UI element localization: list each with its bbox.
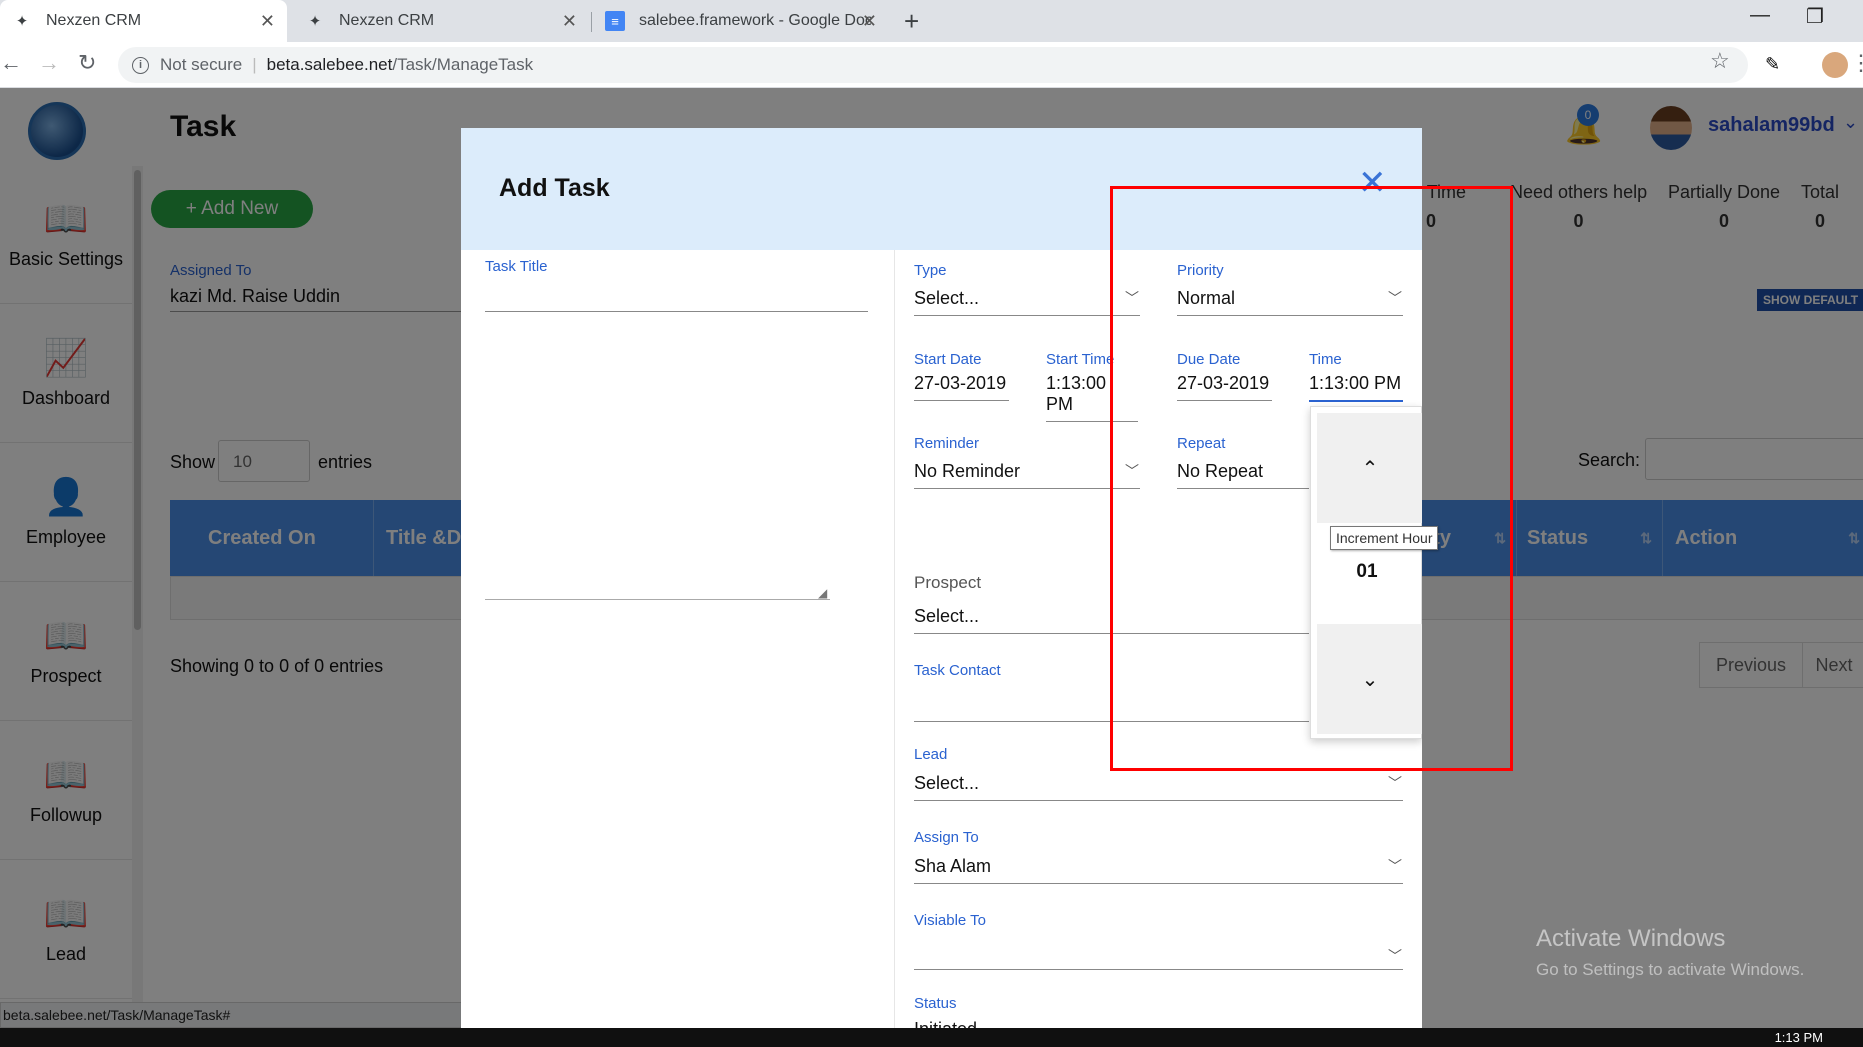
start-date-label: Start Date [914, 351, 982, 368]
security-label: Not secure [160, 55, 243, 74]
browser-tab-2[interactable]: ✦ Nexzen CRM ✕ [293, 0, 589, 42]
visible-to-select[interactable] [914, 940, 1403, 970]
url-host: beta.salebee.net [266, 55, 393, 74]
divider: | [252, 55, 257, 74]
type-select[interactable]: Select... [914, 288, 1140, 316]
new-tab-icon[interactable]: + [904, 6, 919, 37]
start-date-input[interactable]: 27-03-2019 [914, 373, 1009, 401]
task-contact-label: Task Contact [914, 662, 1001, 679]
favicon-icon: ✦ [15, 13, 29, 30]
tab-title: salebee.framework - Google Doc [639, 12, 871, 29]
visible-to-label: Visiable To [914, 912, 986, 929]
browser-tab-1[interactable]: ✦ Nexzen CRM ✕ [0, 0, 287, 42]
assign-to-label: Assign To [914, 829, 979, 846]
tab-title: Nexzen CRM [46, 12, 142, 29]
bookmark-star-icon[interactable]: ☆ [1710, 48, 1730, 74]
profile-avatar[interactable] [1822, 52, 1848, 78]
lead-select[interactable]: Select... [914, 773, 1403, 801]
type-label: Type [914, 262, 947, 279]
docs-icon: ≡ [605, 11, 625, 31]
browser-toolbar: ← → ↻ i Not secure | beta.salebee.net /T… [0, 42, 1863, 88]
close-tab-icon[interactable]: ✕ [862, 11, 877, 32]
chevron-down-icon[interactable]: ﹀ [1388, 856, 1402, 876]
highlight-box [1110, 186, 1513, 771]
prospect-label: Prospect [914, 573, 982, 592]
address-bar[interactable]: i Not secure | beta.salebee.net /Task/Ma… [118, 47, 1748, 83]
url-path: /Task/ManageTask [392, 55, 534, 74]
tab-title: Nexzen CRM [339, 12, 435, 29]
close-tab-icon[interactable]: ✕ [562, 11, 577, 32]
resize-handle-icon[interactable]: ◢ [818, 586, 827, 600]
chevron-down-icon[interactable]: ﹀ [1388, 946, 1402, 966]
windows-taskbar [0, 1028, 1863, 1047]
lead-label: Lead [914, 746, 948, 763]
browser-tab-3[interactable]: ≡ salebee.framework - Google Doc ✕ [593, 0, 889, 42]
status-select[interactable]: Initiated [914, 1019, 1403, 1028]
status-label: Status [914, 995, 957, 1012]
taskbar-clock: 1:13 PM [1774, 1030, 1823, 1045]
reminder-label: Reminder [914, 435, 980, 452]
favicon-icon: ✦ [308, 13, 322, 30]
reminder-select[interactable]: No Reminder [914, 461, 1140, 489]
restore-icon[interactable]: ❐ [1806, 4, 1824, 29]
minimize-icon[interactable]: — [1750, 4, 1770, 27]
menu-kebab-icon[interactable]: ⋮ [1850, 50, 1863, 76]
browser-tab-strip: ✦ Nexzen CRM ✕ ✦ Nexzen CRM ✕ ≡ salebee.… [0, 0, 1863, 42]
start-time-label: Start Time [1046, 351, 1115, 368]
tab-separator [591, 12, 592, 32]
column-divider [894, 250, 895, 1028]
activate-windows-watermark: Activate Windows [1536, 925, 1726, 952]
chevron-down-icon[interactable]: ﹀ [1388, 773, 1402, 793]
modal-title: Add Task [499, 174, 610, 202]
reload-icon[interactable]: ↻ [78, 50, 96, 76]
extension-icon[interactable]: ✎ [1765, 54, 1780, 75]
close-tab-icon[interactable]: ✕ [260, 11, 275, 32]
assign-to-select[interactable]: Sha Alam [914, 856, 1403, 884]
activate-windows-hint: Go to Settings to activate Windows. [1536, 960, 1805, 979]
back-icon[interactable]: ← [0, 50, 22, 76]
forward-icon[interactable]: → [38, 50, 60, 76]
task-description-textarea[interactable] [485, 270, 830, 600]
info-icon[interactable]: i [132, 56, 149, 74]
